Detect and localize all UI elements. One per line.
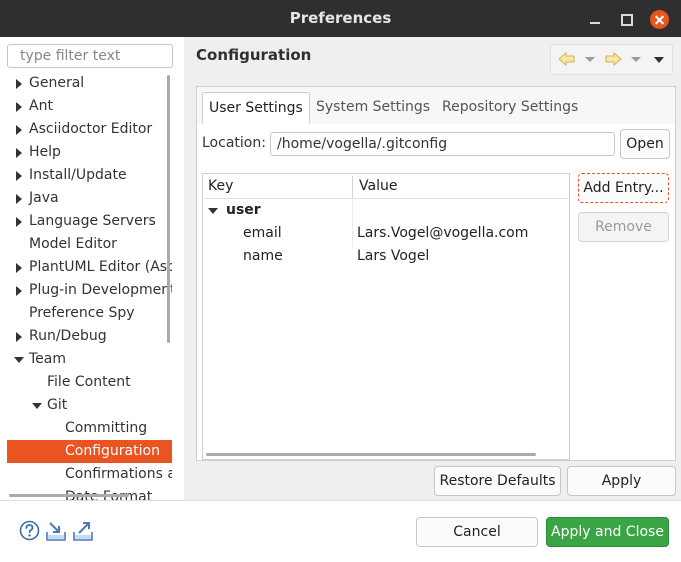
add-entry-button[interactable]: Add Entry... [578,173,669,203]
tree-item-file-content[interactable]: File Content [7,371,172,394]
expand-icon[interactable] [16,217,22,227]
page-title: Configuration [196,46,312,64]
expand-icon[interactable] [16,286,22,296]
maximize-icon[interactable] [619,12,633,26]
expand-icon[interactable] [16,125,22,135]
tree-item-java[interactable]: Java [7,187,172,210]
collapse-icon[interactable] [32,403,42,409]
table-horizontal-scrollbar[interactable] [206,453,536,456]
title-bar: Preferences [0,0,681,37]
tree-item-run-debug[interactable]: Run/Debug [7,325,172,348]
tree-item-preference-spy[interactable]: Preference Spy [7,302,172,325]
cancel-button[interactable]: Cancel [416,517,538,547]
minimize-icon[interactable] [588,12,602,26]
tree-item-asciidoctor-editor[interactable]: Asciidoctor Editor [7,118,172,141]
column-header-key[interactable]: Key [208,174,233,198]
column-header-value[interactable]: Value [359,174,397,198]
collapse-icon[interactable] [208,208,218,214]
forward-history-dropdown-icon[interactable] [631,57,641,62]
expand-icon[interactable] [16,102,22,112]
location-label: Location: [202,135,266,151]
tab-repository-settings[interactable]: Repository Settings [436,92,584,124]
section-user[interactable]: user [226,199,261,222]
preference-tree[interactable]: General Ant Asciidoctor Editor Help Inst… [0,72,176,500]
table-row-value[interactable]: Lars Vogel [357,245,429,268]
tree-item-language-servers[interactable]: Language Servers [7,210,172,233]
tree-item-team[interactable]: Team [7,348,172,371]
expand-icon[interactable] [16,263,22,273]
tree-horizontal-scrollbar[interactable] [9,494,129,497]
tree-item-plug-in-development[interactable]: Plug-in Development [7,279,172,302]
tree-item-general[interactable]: General [7,72,172,95]
expand-icon[interactable] [16,194,22,204]
forward-arrow-icon[interactable] [604,51,622,67]
tree-vertical-scrollbar[interactable] [167,75,170,343]
tree-item-ant[interactable]: Ant [7,95,172,118]
footer-divider [0,500,681,501]
tree-item-install-update[interactable]: Install/Update [7,164,172,187]
tree-item-help[interactable]: Help [7,141,172,164]
apply-button[interactable]: Apply [567,466,676,496]
remove-button[interactable]: Remove [578,212,669,242]
export-preferences-icon[interactable] [72,520,94,542]
import-preferences-icon[interactable] [45,520,67,542]
expand-icon[interactable] [16,171,22,181]
table-row-value[interactable]: Lars.Vogel@vogella.com [357,222,528,245]
filter-input[interactable] [7,44,173,68]
tree-item-confirmations[interactable]: Confirmations and Warnings [7,463,172,486]
tab-system-settings[interactable]: System Settings [310,92,436,124]
tree-item-committing[interactable]: Committing [7,417,172,440]
back-history-dropdown-icon[interactable] [585,57,595,62]
expand-icon[interactable] [16,79,22,89]
collapse-icon[interactable] [14,357,24,363]
tree-item-model-editor[interactable]: Model Editor [7,233,172,256]
tree-item-date-format[interactable]: Date Format [7,486,172,500]
help-icon[interactable] [19,520,40,541]
tree-item-configuration[interactable]: Configuration [7,440,172,463]
expand-icon[interactable] [16,148,22,158]
tab-user-settings[interactable]: User Settings [202,92,310,125]
tree-item-git[interactable]: Git [7,394,172,417]
column-separator[interactable] [352,176,353,198]
apply-and-close-button[interactable]: Apply and Close [546,517,669,547]
open-button[interactable]: Open [620,129,670,159]
window-title: Preferences [289,9,392,27]
back-arrow-icon[interactable] [558,51,576,67]
tree-item-plantuml-editor[interactable]: PlantUML Editor (Asciidoctor) [7,256,172,279]
column-divider [352,199,353,247]
location-field[interactable] [270,132,615,156]
table-row-key[interactable]: name [243,245,283,268]
restore-defaults-button[interactable]: Restore Defaults [434,466,561,496]
expand-icon[interactable] [16,332,22,342]
close-icon[interactable] [650,10,669,29]
table-row-key[interactable]: email [243,222,282,245]
view-menu-icon[interactable] [654,57,664,63]
